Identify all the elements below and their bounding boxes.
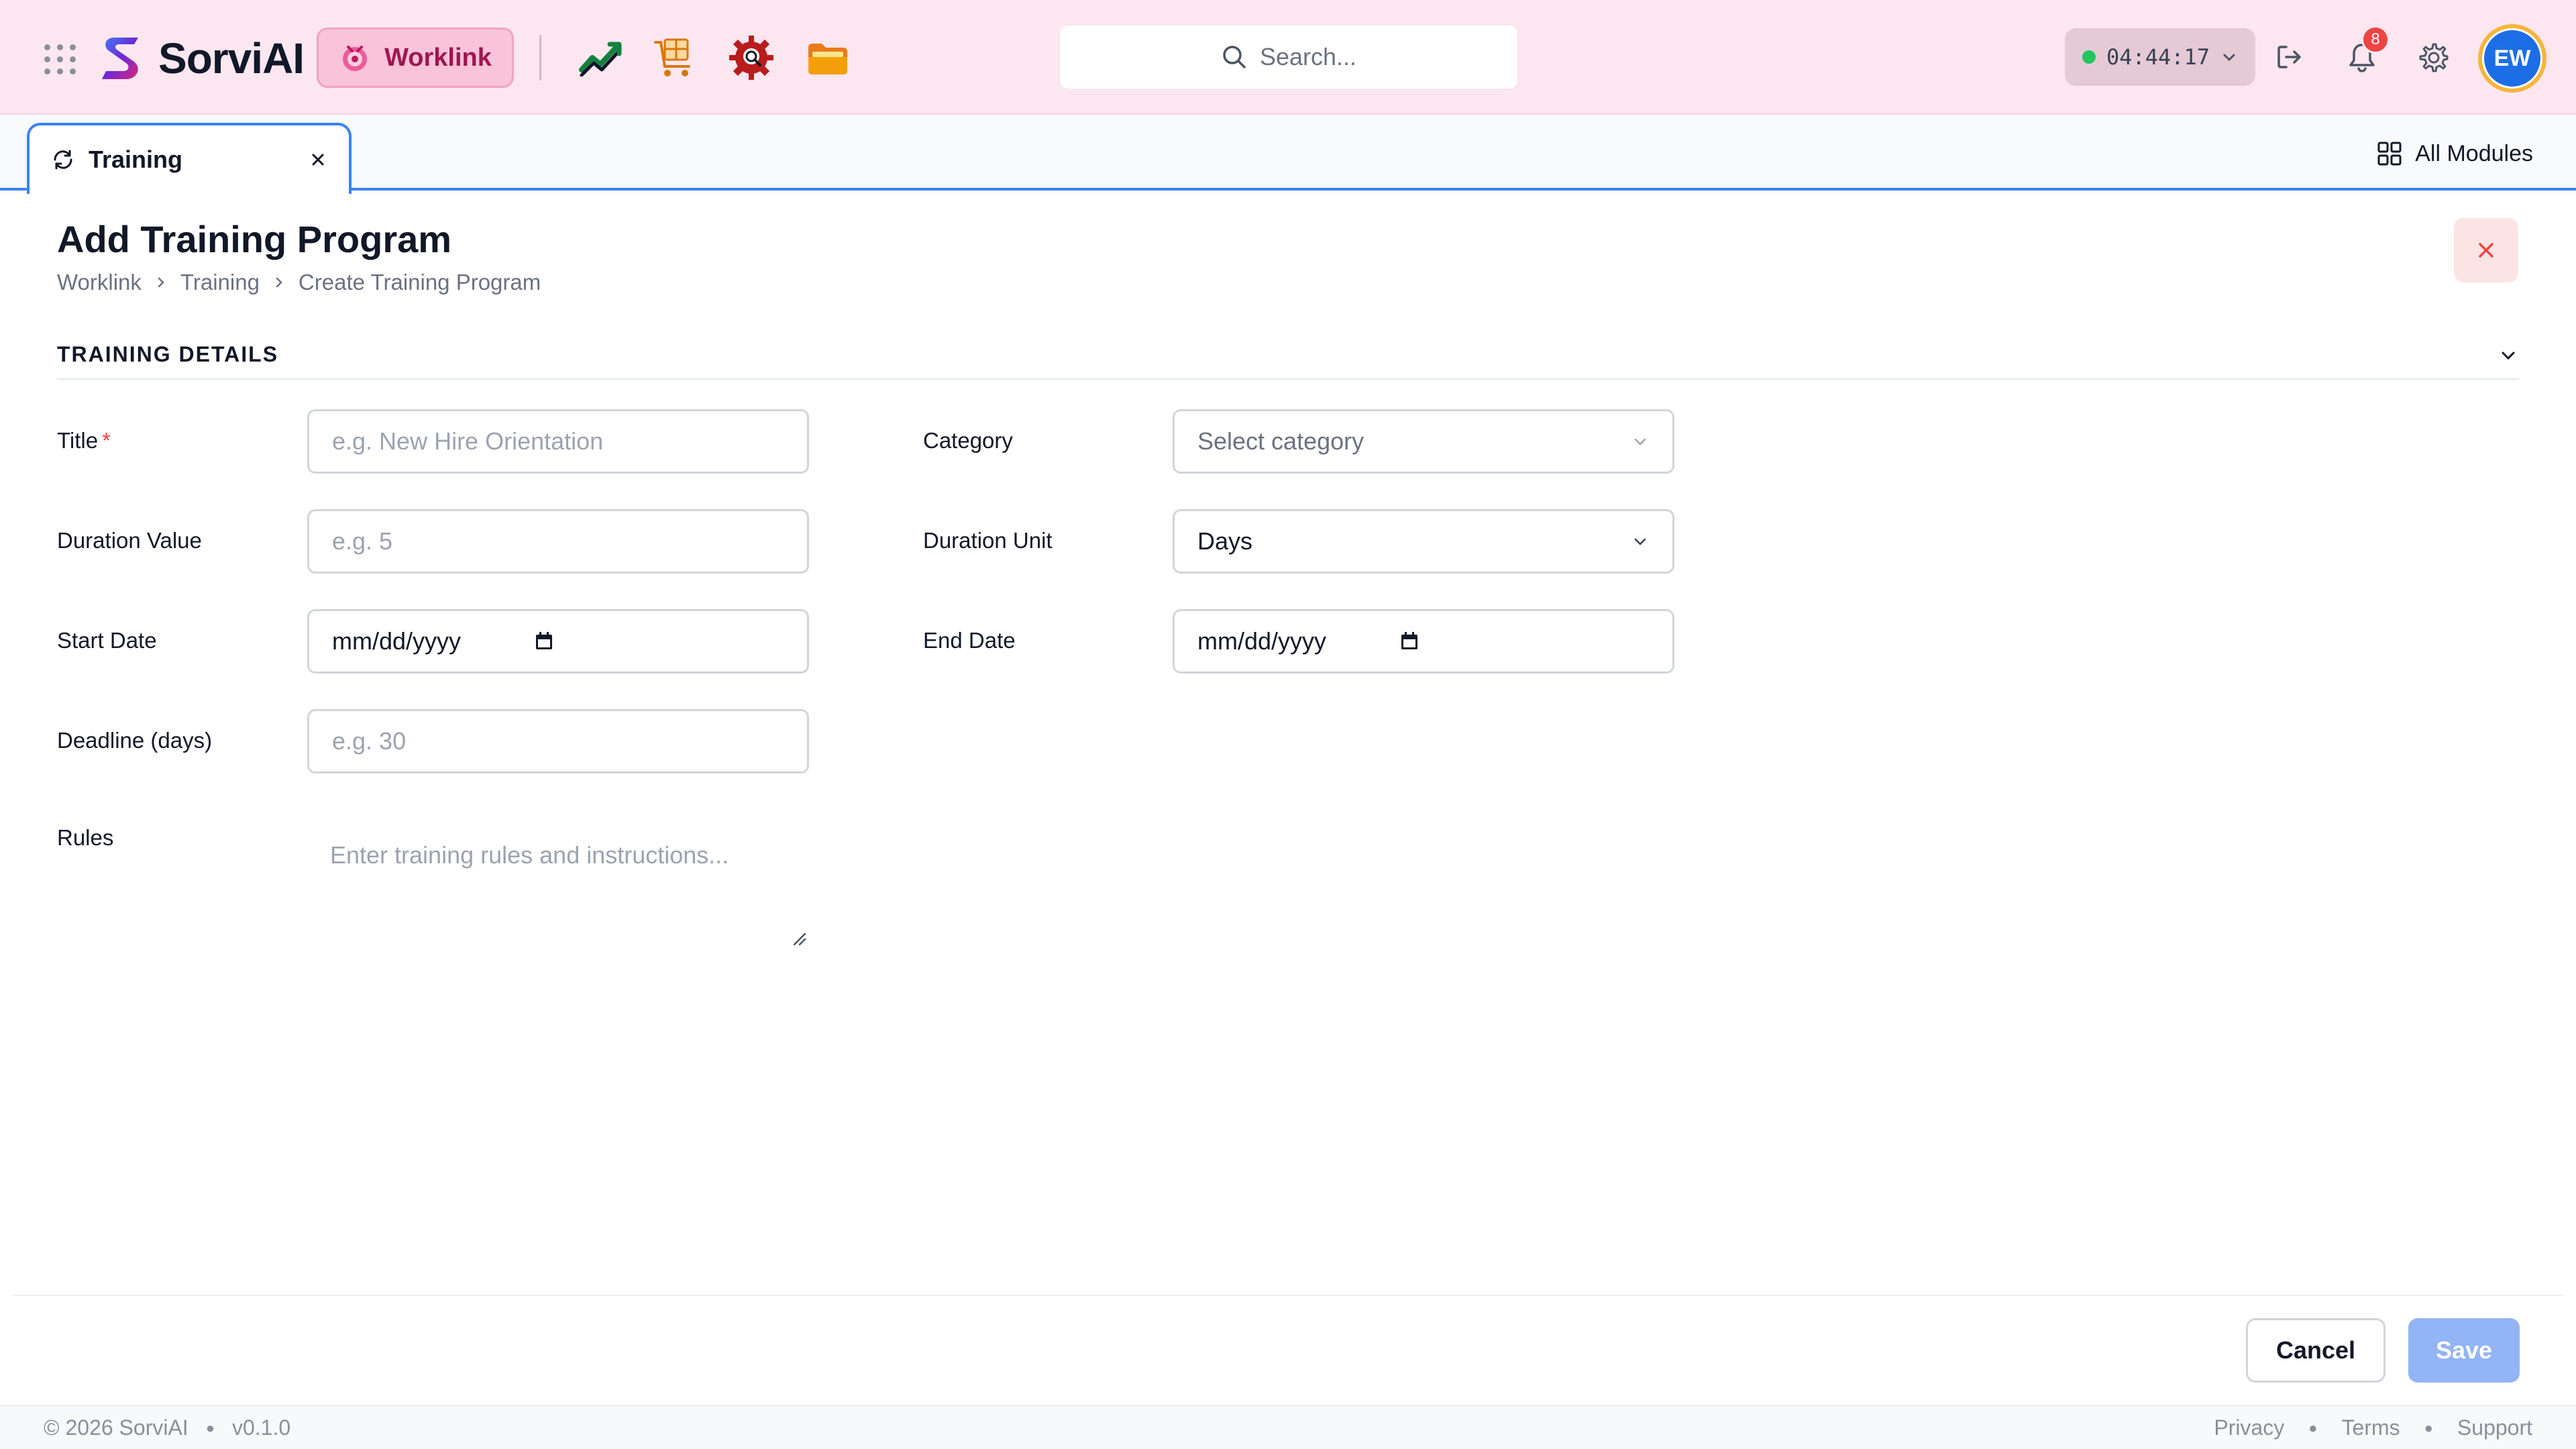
calendar-icon[interactable] [1399, 631, 1420, 652]
tab-training[interactable]: Training [27, 123, 352, 194]
tab-label: Training [89, 146, 183, 173]
section-title: TRAINING DETAILS [57, 342, 279, 366]
title-input[interactable] [307, 409, 809, 474]
notifications-button[interactable]: 8 [2339, 25, 2390, 80]
version-text: v0.1.0 [231, 1415, 291, 1440]
close-form-button[interactable] [2454, 218, 2518, 282]
end-date-input[interactable]: mm/dd/yyyy [1173, 609, 1674, 674]
required-asterisk: * [102, 428, 111, 453]
title-label-text: Title [57, 428, 99, 453]
page-title: Add Training Program [57, 218, 452, 260]
start-date-label: Start Date [57, 628, 157, 653]
duration-unit-value: Days [1197, 527, 1253, 555]
chevron-down-icon [1634, 538, 1646, 545]
footer-meta: © 2026 SorviAI ● v0.1.0 [44, 1415, 290, 1440]
start-date-value: mm/dd/yyyy [332, 627, 462, 655]
cancel-button[interactable]: Cancel [2246, 1318, 2385, 1383]
footer-separator: ● [205, 1419, 215, 1436]
worklink-module-icon [343, 46, 368, 71]
user-avatar[interactable]: EW [2478, 24, 2546, 93]
grid-icon [2377, 142, 2402, 166]
duration-value-input[interactable] [307, 509, 809, 574]
breadcrumb: Worklink Training Create Training Progra… [57, 270, 541, 295]
chevron-right-icon [276, 277, 282, 288]
duration-unit-select[interactable]: Days [1173, 509, 1674, 574]
search-icon [1223, 46, 1246, 68]
end-date-value: mm/dd/yyyy [1197, 627, 1327, 655]
duration-value-label: Duration Value [57, 528, 202, 553]
user-initials: EW [2482, 28, 2542, 89]
footer-link-privacy[interactable]: Privacy [2214, 1415, 2284, 1440]
topbar-divider [539, 35, 541, 80]
title-label: Title * [57, 428, 111, 453]
app-name: SorviAI [158, 34, 305, 83]
all-modules-label: All Modules [2415, 140, 2533, 166]
breadcrumb-item[interactable]: Training [180, 270, 260, 295]
apps-grid-icon[interactable] [42, 40, 79, 78]
end-date-label: End Date [923, 628, 1016, 653]
chevron-down-icon [2223, 54, 2235, 62]
sorviai-logo-icon [102, 38, 138, 79]
global-search[interactable]: Search... [1059, 24, 1519, 90]
chevron-right-icon [158, 277, 164, 288]
footer-links: Privacy ● Terms ● Support [2214, 1415, 2532, 1440]
search-placeholder: Search... [1259, 43, 1357, 70]
breadcrumb-item[interactable]: Worklink [57, 270, 142, 295]
category-select-value: Select category [1197, 427, 1364, 455]
logout-button[interactable] [2266, 34, 2313, 80]
footer-link-support[interactable]: Support [2457, 1415, 2532, 1440]
module-pill-label: Worklink [384, 43, 492, 72]
footer-separator: ● [2308, 1419, 2318, 1436]
footer-separator: ● [2424, 1419, 2433, 1436]
gear-icon [2419, 43, 2449, 72]
notification-count-badge: 8 [2361, 25, 2390, 54]
timer-value: 04:44:17 [2106, 44, 2210, 70]
work-timer[interactable]: 04:44:17 [2065, 28, 2255, 86]
all-modules-button[interactable]: All Modules [2376, 135, 2533, 172]
deadline-label: Deadline (days) [57, 728, 213, 753]
start-date-input[interactable]: mm/dd/yyyy [307, 609, 809, 674]
copyright-text: © 2026 SorviAI [44, 1415, 189, 1440]
chevron-down-icon [1634, 438, 1646, 445]
actions-divider [13, 1295, 2563, 1296]
training-details-section-header[interactable]: TRAINING DETAILS [57, 342, 2519, 380]
close-tab-icon[interactable] [309, 150, 327, 169]
app-footer: © 2026 SorviAI ● v0.1.0 Privacy ● Terms … [0, 1405, 2576, 1449]
module-pill-worklink[interactable]: Worklink [317, 28, 514, 88]
package-cart-icon[interactable] [649, 32, 700, 83]
breadcrumb-current: Create Training Program [298, 270, 541, 294]
online-status-dot [2082, 50, 2096, 64]
folder-icon[interactable] [802, 32, 853, 83]
chevron-down-icon[interactable] [2498, 345, 2519, 366]
analytics-trend-icon[interactable] [576, 32, 627, 83]
rules-textarea[interactable] [307, 822, 809, 945]
resize-handle-icon[interactable] [790, 930, 808, 947]
app-logo[interactable]: SorviAI [99, 28, 305, 89]
logout-icon [2277, 46, 2301, 68]
module-tab-strip: Training All Modules [0, 115, 2576, 194]
close-icon [2479, 243, 2493, 258]
category-select[interactable]: Select category [1173, 409, 1674, 474]
deadline-input[interactable] [307, 709, 809, 773]
top-navigation-bar: SorviAI Worklink Search... 04:44:17 8 EW [0, 0, 2576, 115]
footer-link-terms[interactable]: Terms [2342, 1415, 2400, 1440]
calendar-icon[interactable] [533, 631, 555, 652]
category-label: Category [923, 428, 1013, 453]
save-button[interactable]: Save [2408, 1318, 2520, 1383]
refresh-icon [54, 150, 72, 170]
gear-search-icon[interactable] [726, 32, 777, 83]
settings-button[interactable] [2410, 34, 2457, 80]
duration-unit-label: Duration Unit [923, 528, 1053, 553]
rules-label: Rules [57, 825, 114, 850]
